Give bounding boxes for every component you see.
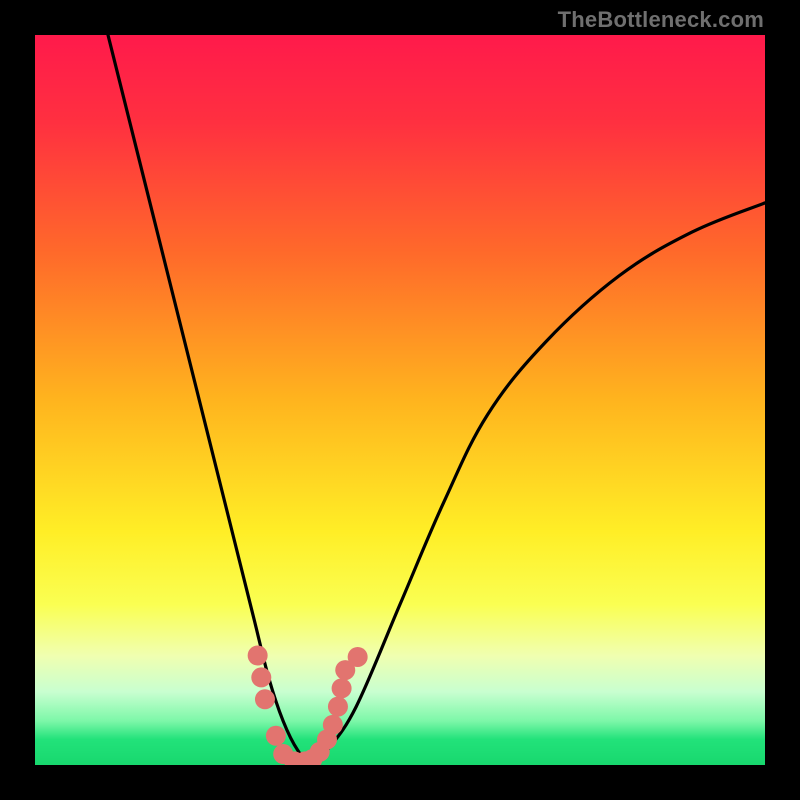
curve-layer xyxy=(35,35,765,765)
marker-point xyxy=(323,715,343,735)
marker-point xyxy=(251,667,271,687)
bottleneck-curve xyxy=(108,35,765,765)
marker-point xyxy=(328,697,348,717)
plot-area xyxy=(35,35,765,765)
marker-point xyxy=(266,726,286,746)
marker-point xyxy=(332,678,352,698)
marker-point xyxy=(255,689,275,709)
marker-point xyxy=(348,647,368,667)
watermark-text: TheBottleneck.com xyxy=(558,7,764,33)
chart-frame: TheBottleneck.com xyxy=(0,0,800,800)
marker-point xyxy=(248,646,268,666)
